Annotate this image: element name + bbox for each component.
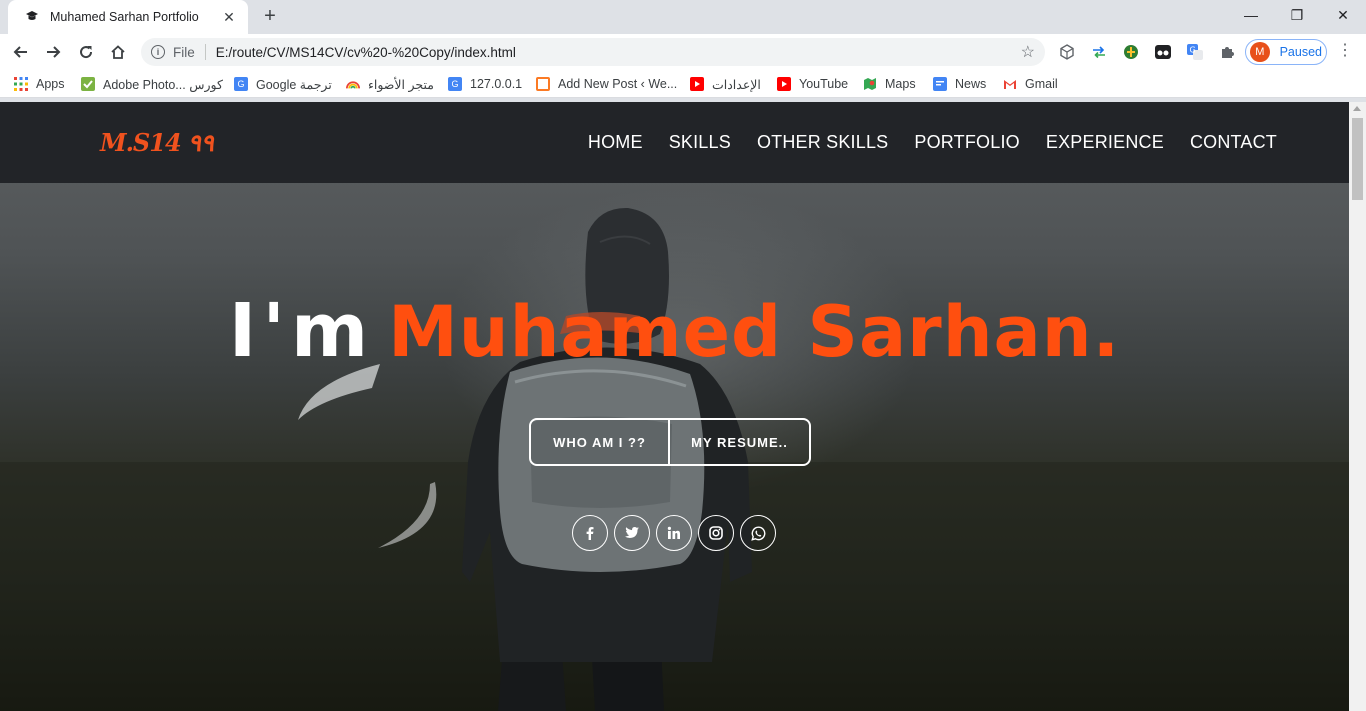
bookmark-label: Gmail: [1025, 77, 1058, 91]
menu-kebab-icon[interactable]: ⋮: [1337, 42, 1353, 62]
tab-title: Muhamed Sarhan Portfolio: [50, 10, 199, 24]
nav-portfolio[interactable]: PORTFOLIO: [914, 132, 1020, 153]
globe-download-icon[interactable]: [1122, 43, 1140, 61]
bookmark-label: الإعدادات: [712, 77, 761, 92]
instagram-icon[interactable]: [698, 515, 734, 551]
profile-button[interactable]: M Paused: [1245, 39, 1327, 65]
nav-other-skills[interactable]: OTHER SKILLS: [757, 132, 888, 153]
google-translate-icon: G: [448, 77, 462, 91]
checkbox-icon: [81, 77, 95, 91]
page-viewport: M.S14 ٩٩ HOME SKILLS OTHER SKILLS PORTFO…: [0, 102, 1366, 711]
social-links: [572, 515, 776, 551]
bookmark-settings[interactable]: الإعدادات: [690, 75, 761, 93]
apps-grid-icon: [14, 77, 28, 91]
linkedin-icon[interactable]: [656, 515, 692, 551]
nav-home[interactable]: HOME: [588, 132, 643, 153]
whatsapp-icon[interactable]: [740, 515, 776, 551]
reload-button[interactable]: [73, 39, 99, 65]
hooded-person-image: [0, 207, 1349, 711]
news-icon: [933, 77, 947, 91]
site-logo[interactable]: M.S14 ٩٩: [100, 128, 215, 157]
tab-close-icon[interactable]: ✕: [220, 9, 238, 26]
hero-headline: I'm Muhamed Sarhan.: [0, 288, 1349, 374]
bookmark-label: Adobe Photo... كورس: [103, 77, 223, 92]
url-scheme: File: [173, 44, 195, 60]
bookmark-label: Add New Post ‹ We...: [558, 77, 678, 91]
bookmark-label: 127.0.0.1: [470, 77, 523, 91]
bookmark-news[interactable]: News: [933, 75, 986, 93]
gmail-icon: [1003, 77, 1017, 91]
svg-text:G: G: [1190, 46, 1196, 55]
reload-icon: [80, 46, 93, 59]
facebook-icon[interactable]: [572, 515, 608, 551]
bookmark-gmail[interactable]: Gmail: [1003, 75, 1058, 93]
nav-skills[interactable]: SKILLS: [669, 132, 731, 153]
my-resume-button[interactable]: MY RESUME..: [670, 418, 811, 466]
bookmarks-bar: Apps Adobe Photo... كورس G Google ترجمة …: [0, 70, 1366, 98]
home-button[interactable]: [105, 39, 131, 65]
twitter-icon[interactable]: [614, 515, 650, 551]
profile-status: Paused: [1279, 45, 1322, 59]
graduation-cap-icon: [24, 9, 40, 25]
bookmark-youtube[interactable]: YouTube: [777, 75, 848, 93]
bookmark-label: Apps: [36, 77, 65, 91]
bookmark-google-translate[interactable]: G Google ترجمة: [234, 75, 332, 93]
bookmark-label: Maps: [885, 77, 916, 91]
avatar: M: [1250, 42, 1270, 62]
divider: [204, 44, 206, 60]
bookmark-add-new-post[interactable]: Add New Post ‹ We...: [536, 75, 677, 93]
close-window-button[interactable]: ✕: [1320, 0, 1366, 30]
bookmark-label: متجر الأضواء: [368, 77, 434, 92]
forward-button[interactable]: [40, 39, 66, 65]
youtube-icon: [777, 77, 791, 91]
bookmark-label: Google ترجمة: [256, 77, 332, 92]
home-icon: [111, 45, 125, 59]
google-translate-icon[interactable]: G: [1186, 43, 1204, 61]
nav-experience[interactable]: EXPERIENCE: [1046, 132, 1164, 153]
who-am-i-button[interactable]: WHO AM I ??: [529, 418, 670, 466]
google-translate-icon: G: [234, 77, 248, 91]
bookmark-localhost[interactable]: G 127.0.0.1: [448, 75, 522, 93]
bookmark-store[interactable]: متجر الأضواء: [346, 75, 434, 93]
bookmark-apps[interactable]: Apps: [14, 75, 65, 93]
headline-name: Muhamed Sarhan.: [388, 291, 1121, 373]
main-nav: HOME SKILLS OTHER SKILLS PORTFOLIO EXPER…: [588, 132, 1277, 153]
url-text[interactable]: E:/route/CV/MS14CV/cv%20-%20Copy/index.h…: [216, 45, 1021, 60]
bookmark-label: News: [955, 77, 987, 91]
back-button[interactable]: [8, 39, 34, 65]
minimize-button[interactable]: —: [1228, 0, 1274, 30]
bookmark-adobe[interactable]: Adobe Photo... كورس: [81, 75, 223, 93]
hero-buttons: WHO AM I ?? MY RESUME..: [529, 418, 811, 466]
rainbow-icon: [346, 77, 360, 91]
info-icon[interactable]: i: [151, 45, 165, 59]
scroll-up-arrow-icon[interactable]: [1353, 106, 1361, 111]
browser-tab[interactable]: Muhamed Sarhan Portfolio ✕: [8, 0, 248, 34]
headline-prefix: I'm: [228, 288, 375, 374]
restore-button[interactable]: ❐: [1274, 0, 1320, 30]
youtube-icon: [690, 77, 704, 91]
spy-glasses-icon[interactable]: [1154, 43, 1172, 61]
page-scrollbar[interactable]: [1349, 102, 1366, 711]
tab-strip: Muhamed Sarhan Portfolio ✕ + — ❐ ✕: [0, 0, 1366, 34]
address-bar[interactable]: i File E:/route/CV/MS14CV/cv%20-%20Copy/…: [141, 38, 1045, 66]
arrow-left-icon: [13, 46, 27, 58]
puzzle-extensions-icon[interactable]: [1218, 43, 1236, 61]
swap-arrows-icon[interactable]: [1090, 43, 1108, 61]
new-tab-button[interactable]: +: [258, 5, 282, 29]
scrollbar-thumb[interactable]: [1352, 118, 1363, 200]
site-navbar: M.S14 ٩٩ HOME SKILLS OTHER SKILLS PORTFO…: [0, 102, 1349, 183]
bookmark-star-icon[interactable]: ☆: [1021, 42, 1035, 62]
xampp-icon: [536, 77, 550, 91]
arrow-right-icon: [47, 46, 61, 58]
nav-contact[interactable]: CONTACT: [1190, 132, 1277, 153]
bookmark-label: YouTube: [799, 77, 849, 91]
browser-toolbar: i File E:/route/CV/MS14CV/cv%20-%20Copy/…: [0, 34, 1366, 70]
bookmark-maps[interactable]: Maps: [863, 75, 916, 93]
cube-extension-icon[interactable]: [1058, 43, 1076, 61]
maps-icon: [863, 77, 877, 91]
